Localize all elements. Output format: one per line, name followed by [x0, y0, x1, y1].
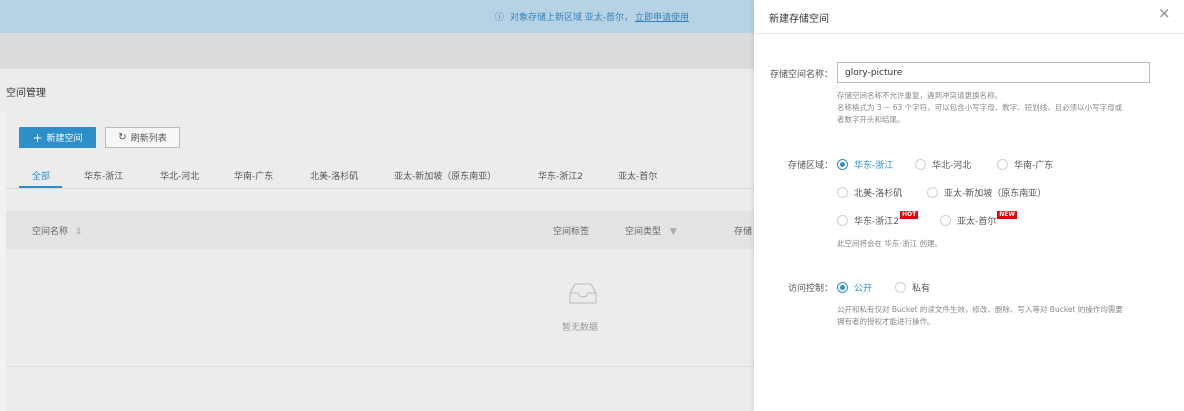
column-name[interactable]: 空间名称 ⇕ — [32, 224, 82, 237]
region-radio-east-zhejiang[interactable]: 华东-浙江 — [837, 158, 893, 171]
name-help-line-2: 名称格式为 3 ~ 63 个字符，可以包含小写字母、数字、短划线，且必须以小写字… — [837, 103, 1123, 112]
access-control-label: 访问控制： — [788, 284, 834, 294]
bucket-name-label: 存储空间名称： — [770, 70, 834, 80]
new-bucket-label: 新建空间 — [46, 134, 83, 144]
page-title: 空间管理 — [6, 88, 46, 99]
info-circle-icon: ⓘ — [494, 13, 504, 23]
radio-dot — [837, 159, 848, 170]
region-radio-ap-singapore[interactable]: 亚太-新加坡（原东南亚） — [927, 186, 1046, 199]
bucket-name-input[interactable]: glory-picture — [837, 62, 1150, 83]
access-radio-private[interactable]: 私有 — [895, 281, 930, 294]
refresh-list-label: 刷新列表 — [130, 134, 167, 144]
refresh-icon: ↻ — [118, 132, 127, 143]
panel-title: 新建存储空间 — [769, 14, 829, 25]
access-radio-public[interactable]: 公开 — [837, 281, 872, 294]
radio-dot — [940, 215, 951, 226]
panel-header-divider — [754, 33, 1184, 34]
region-radio-ap-seoul[interactable]: 亚太-首尔 NEW — [940, 210, 1017, 227]
column-type[interactable]: 空间类型 ▼ — [625, 224, 677, 237]
name-help-line-3: 者数字开头和结尾。 — [837, 115, 905, 124]
table-footer-line — [6, 366, 766, 367]
radio-dot — [837, 282, 848, 293]
section-header: 空间管理 — [0, 69, 760, 111]
radio-dot — [927, 187, 938, 198]
access-help-line-2: 拥有者的授权才能进行操作。 — [837, 317, 935, 326]
close-icon[interactable]: × — [1158, 6, 1171, 21]
region-radio-na-la[interactable]: 北美-洛杉矶 — [837, 186, 902, 199]
tab-all[interactable]: 全部 — [32, 169, 50, 182]
bucket-list-panel: + 新建空间 ↻ 刷新列表 全部 华东-浙江 华北-河北 华南-广东 北美-洛杉… — [6, 111, 766, 411]
table-header: 空间名称 ⇕ 空间标签 空间类型 ▼ 存储 — [6, 211, 766, 249]
access-help: 公开和私有仅对 Bucket 的读文件生效，修改、删除、写入等对 Bucket … — [837, 304, 1123, 328]
tab-ap-singapore[interactable]: 亚太-新加坡（原东南亚） — [394, 169, 496, 182]
region-radio-south-guangdong[interactable]: 华南-广东 — [997, 158, 1053, 171]
region-option-label: 亚太-首尔 — [957, 217, 997, 227]
empty-state-text: 暂无数据 — [562, 323, 599, 333]
radio-dot — [837, 187, 848, 198]
new-badge: NEW — [997, 210, 1017, 219]
region-option-label: 亚太-新加坡（原东南亚） — [944, 189, 1047, 199]
region-option-label: 华东-浙江 — [854, 161, 894, 171]
tab-na-la[interactable]: 北美-洛杉矶 — [310, 169, 358, 182]
region-help: 此空间将会在 华东-浙江 创建。 — [837, 239, 942, 248]
radio-dot — [837, 215, 848, 226]
column-type-label: 空间类型 — [625, 227, 662, 237]
region-tabs: 全部 华东-浙江 华北-河北 华南-广东 北美-洛杉矶 亚太-新加坡（原东南亚）… — [6, 159, 766, 189]
access-option-label: 公开 — [854, 284, 873, 294]
column-tags: 空间标签 — [553, 227, 590, 237]
region-option-label: 华南-广东 — [1014, 161, 1054, 171]
region-option-label: 北美-洛杉矶 — [854, 189, 903, 199]
tab-east-zhejiang2[interactable]: 华东-浙江2 — [538, 169, 583, 182]
refresh-list-button[interactable]: ↻ 刷新列表 — [105, 127, 180, 148]
new-bucket-button[interactable]: + 新建空间 — [19, 127, 96, 148]
empty-inbox-icon — [569, 283, 597, 304]
bucket-name-help: 存储空间名称不允许重复，遇到冲突请更换名称。 名称格式为 3 ~ 63 个字符，… — [837, 90, 1122, 126]
tabs-divider — [6, 188, 766, 189]
column-name-label: 空间名称 — [32, 227, 69, 237]
filter-icon[interactable]: ▼ — [670, 227, 677, 237]
notice-text: 对象存储上新区域 亚太-首尔， — [509, 13, 634, 23]
tab-ap-seoul[interactable]: 亚太-首尔 — [618, 169, 657, 182]
radio-dot — [895, 282, 906, 293]
radio-dot — [997, 159, 1008, 170]
hot-badge: HOT — [899, 210, 919, 219]
region-option-label: 华北-河北 — [932, 161, 972, 171]
column-storage: 存储 — [734, 227, 753, 237]
access-option-label: 私有 — [912, 284, 931, 294]
plus-icon: + — [32, 130, 43, 145]
region-option-label: 华东-浙江2 — [854, 217, 899, 227]
tab-south-guangdong[interactable]: 华南-广东 — [234, 169, 273, 182]
region-radio-east-zhejiang2[interactable]: 华东-浙江2 HOT — [837, 210, 919, 227]
name-help-line-1: 存储空间名称不允许重复，遇到冲突请更换名称。 — [837, 91, 1002, 100]
region-label: 存储区域： — [788, 161, 834, 171]
sort-icon[interactable]: ⇕ — [75, 227, 83, 237]
tab-north-hebei[interactable]: 华北-河北 — [160, 169, 199, 182]
region-radio-north-hebei[interactable]: 华北-河北 — [915, 158, 971, 171]
notice-apply-link[interactable]: 立即申请使用 — [635, 10, 689, 23]
access-help-line-1: 公开和私有仅对 Bucket 的读文件生效，修改、删除、写入等对 Bucket … — [837, 305, 1123, 314]
tab-east-zhejiang[interactable]: 华东-浙江 — [84, 169, 123, 182]
radio-dot — [915, 159, 926, 170]
create-bucket-panel: 新建存储空间 × 存储空间名称： glory-picture 存储空间名称不允许… — [754, 0, 1184, 411]
